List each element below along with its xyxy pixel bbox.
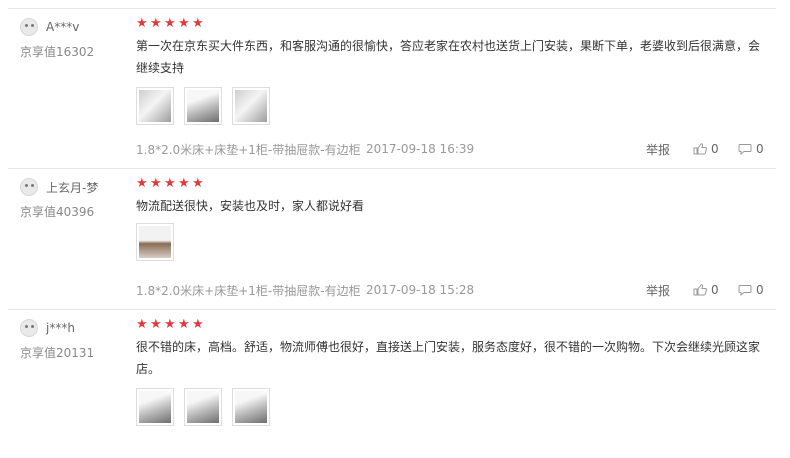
reviewer-name[interactable]: 上玄月-梦 (46, 179, 98, 196)
review-photo[interactable] (184, 87, 222, 125)
comment-icon (738, 143, 752, 155)
reviewer-name[interactable]: j***h (46, 321, 75, 335)
like-count: 0 (711, 283, 719, 297)
review-photo[interactable] (232, 87, 270, 125)
like-button[interactable]: 0 (693, 283, 719, 297)
star-icon: ★ (164, 176, 176, 191)
photo-list (136, 223, 766, 261)
star-icon: ★ (192, 176, 204, 191)
review-photo[interactable] (136, 388, 174, 426)
avatar[interactable] (20, 178, 38, 196)
review-item: j***h 京享值20131 ★ ★ ★ ★ ★ 很不错的床，高档。舒适，物流师傅也很好… (8, 309, 776, 440)
star-icon: ★ (178, 16, 190, 31)
review-photo[interactable] (136, 87, 174, 125)
avatar[interactable] (20, 319, 38, 337)
review-text: 第一次在京东买大件东西，和客服沟通的很愉快，答应老家在农村也送货上门安装，果断下… (136, 39, 761, 75)
reviewer-level: 京享值40396 (20, 205, 95, 219)
rating-stars: ★ ★ ★ ★ ★ (136, 177, 766, 191)
review-text: 物流配送很快，安装也及时，家人都说好看 (136, 199, 365, 213)
star-icon: ★ (178, 317, 190, 332)
like-button[interactable]: 0 (693, 142, 719, 156)
review-body: ★ ★ ★ ★ ★ 很不错的床，高档。舒适，物流师傅也很好，直接送上门安装，服务态度好，… (136, 318, 766, 426)
reply-count: 0 (756, 283, 764, 297)
review-body: ★ ★ ★ ★ ★ 物流配送很快，安装也及时，家人都说好看 (136, 177, 766, 261)
star-icon: ★ (150, 176, 162, 191)
reply-button[interactable]: 0 (738, 142, 764, 156)
review-item: 上玄月-梦 京享值40396 ★ ★ ★ ★ ★ 物流配送很快，安装也及时，家人都说好看… (8, 168, 776, 299)
like-count: 0 (711, 142, 719, 156)
avatar[interactable] (20, 18, 38, 36)
report-link[interactable]: 举报 (646, 282, 670, 299)
photo-list (136, 388, 766, 426)
reviewer-level: 京享值20131 (20, 346, 95, 360)
star-icon: ★ (192, 317, 204, 332)
rating-stars: ★ ★ ★ ★ ★ (136, 17, 766, 31)
review-time: 2017-09-18 15:28 (366, 283, 475, 297)
star-icon: ★ (164, 16, 176, 31)
review-photo[interactable] (232, 388, 270, 426)
star-icon: ★ (150, 317, 162, 332)
star-icon: ★ (136, 176, 148, 191)
reviewer: A***v 京享值16302 (20, 17, 135, 60)
review-photo[interactable] (184, 388, 222, 426)
star-icon: ★ (164, 317, 176, 332)
star-icon: ★ (192, 16, 204, 31)
review-body: ★ ★ ★ ★ ★ 第一次在京东买大件东西，和客服沟通的很愉快，答应老家在农村也送货上门… (136, 17, 766, 125)
reviewer: 上玄月-梦 京享值40396 (20, 177, 135, 220)
star-icon: ★ (136, 16, 148, 31)
product-spec: 1.8*2.0米床+床垫+1柜-带抽屉款-有边柜 (136, 283, 361, 298)
star-icon: ★ (178, 176, 190, 191)
reviewer: j***h 京享值20131 (20, 318, 135, 361)
comment-icon (738, 284, 752, 296)
product-spec: 1.8*2.0米床+床垫+1柜-带抽屉款-有边柜 (136, 142, 361, 157)
reply-count: 0 (756, 142, 764, 156)
review-meta: 1.8*2.0米床+床垫+1柜-带抽屉款-有边柜 2017-09-18 16:3… (136, 139, 766, 159)
reply-button[interactable]: 0 (738, 283, 764, 297)
reviewer-level: 京享值16302 (20, 45, 95, 59)
reviewer-name[interactable]: A***v (46, 20, 79, 34)
review-time: 2017-09-18 16:39 (366, 142, 475, 156)
photo-list (136, 87, 766, 125)
star-icon: ★ (136, 317, 148, 332)
review-text: 很不错的床，高档。舒适，物流师傅也很好，直接送上门安装，服务态度好，很不错的一次… (136, 340, 761, 376)
report-link[interactable]: 举报 (646, 141, 670, 158)
review-meta: 1.8*2.0米床+床垫+1柜-带抽屉款-有边柜 2017-09-18 15:2… (136, 280, 766, 300)
review-item: A***v 京享值16302 ★ ★ ★ ★ ★ 第一次在京东买大件东西，和客服沟通的很… (8, 8, 776, 169)
thumb-up-icon (693, 143, 707, 155)
rating-stars: ★ ★ ★ ★ ★ (136, 318, 766, 332)
thumb-up-icon (693, 284, 707, 296)
star-icon: ★ (150, 16, 162, 31)
review-photo[interactable] (136, 223, 174, 261)
